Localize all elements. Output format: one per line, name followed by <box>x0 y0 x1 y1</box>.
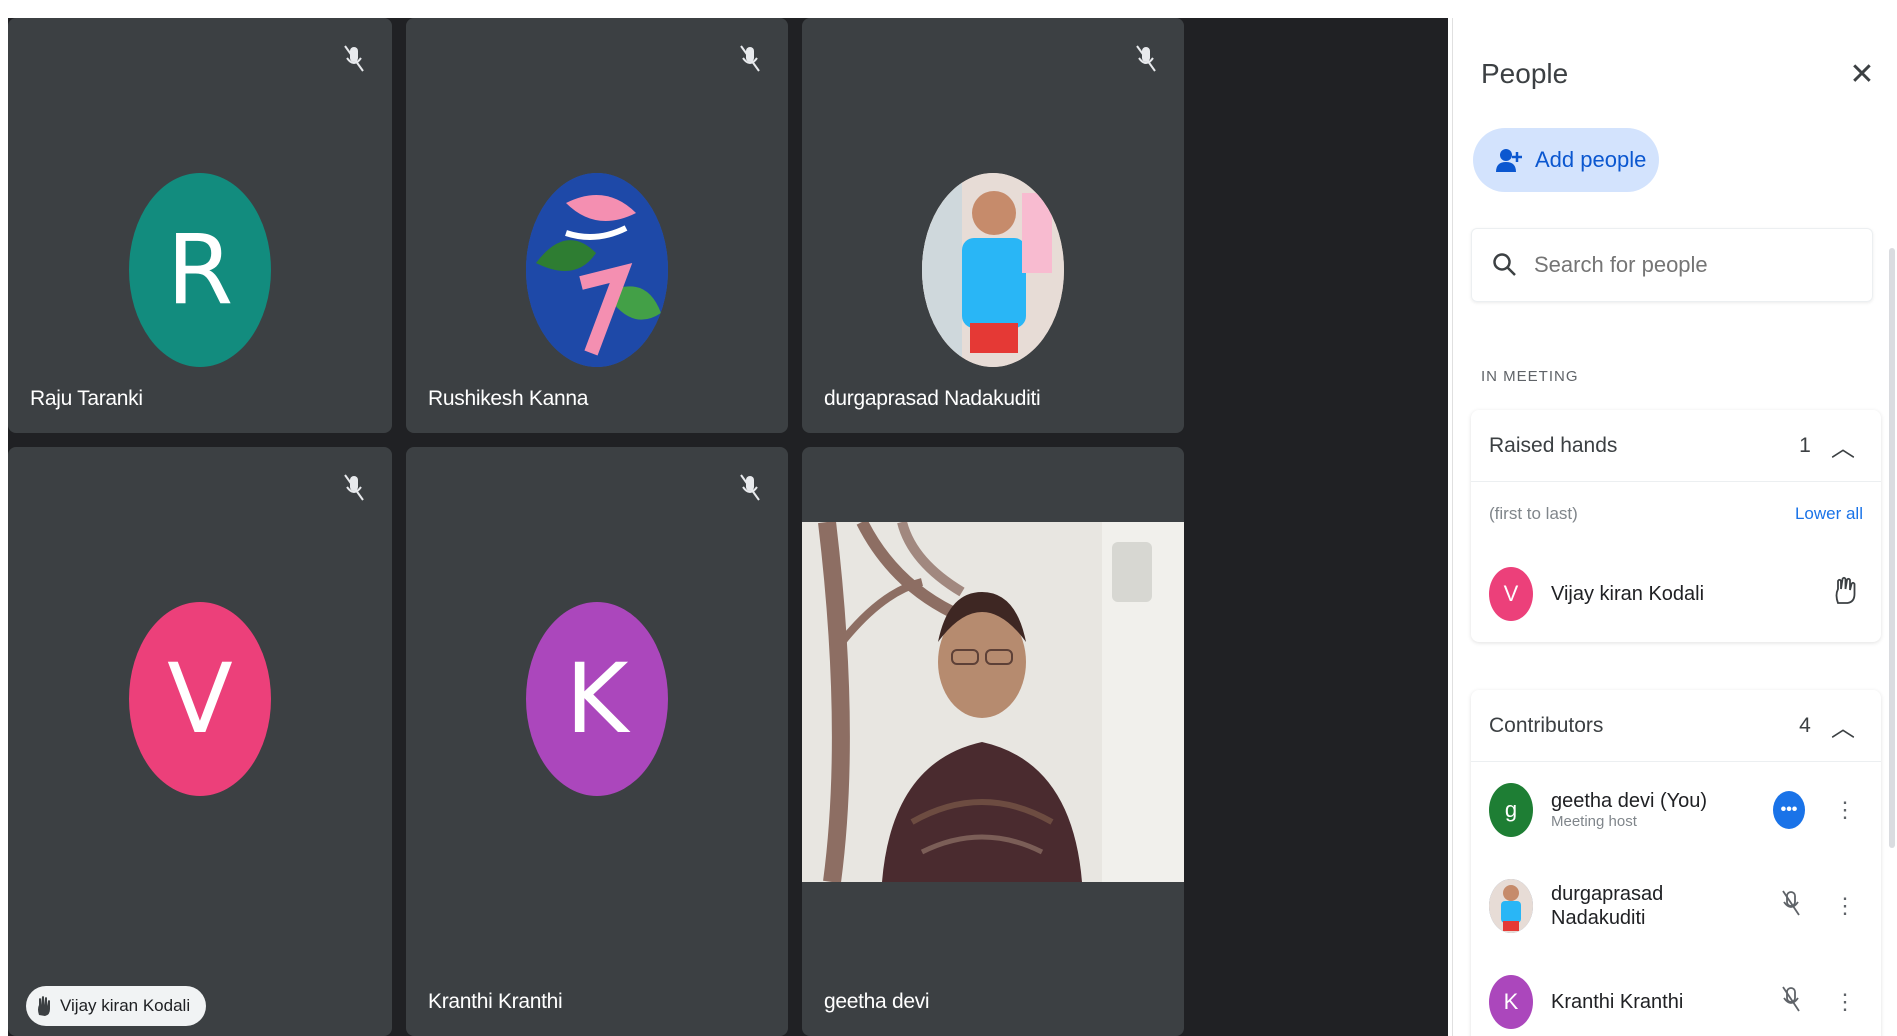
video-grid: R Raju Taranki Rushikesh Kanna durgapras… <box>8 18 1448 1036</box>
avatar <box>526 173 668 367</box>
close-icon: ✕ <box>1849 58 1875 91</box>
raised-hand-icon <box>1827 576 1863 612</box>
avatar: K <box>1489 975 1533 1029</box>
search-box[interactable] <box>1471 228 1873 302</box>
participant-tile-video[interactable]: geetha devi <box>802 447 1184 1036</box>
profile-picture <box>922 173 1064 367</box>
avatar: V <box>1489 567 1533 621</box>
lower-all-button[interactable]: Lower all <box>1795 504 1863 524</box>
more-options-button[interactable]: ••• <box>1773 791 1809 829</box>
person-name: Vijay kiran Kodali <box>1551 583 1705 605</box>
avatar: V <box>129 602 271 796</box>
participant-name: durgaprasad Nadakuditi <box>824 387 1041 410</box>
participant-tile[interactable]: V Vijay kiran Kodali <box>8 447 392 1036</box>
camera-image <box>802 522 1184 882</box>
contributors-group: Contributors 4 ︿ g geetha devi (You) Mee… <box>1471 690 1881 1036</box>
more-vert-icon[interactable]: ⋮ <box>1827 893 1863 919</box>
avatar <box>1489 879 1533 933</box>
camera-feed <box>802 522 1184 882</box>
order-label: (first to last) <box>1489 504 1578 523</box>
mic-off-icon[interactable] <box>1773 985 1809 1019</box>
chevron-up-icon[interactable]: ︿ <box>1825 708 1861 743</box>
mic-off-icon <box>1136 45 1156 72</box>
more-vert-icon[interactable]: ⋮ <box>1827 989 1863 1015</box>
raised-hands-header[interactable]: Raised hands 1 ︿ <box>1471 410 1881 482</box>
participant-tile[interactable]: K Kranthi Kranthi <box>406 447 788 1036</box>
participant-name: Rushikesh Kanna <box>428 387 589 410</box>
add-people-button[interactable]: Add people <box>1473 128 1659 192</box>
mic-off-icon <box>740 474 760 501</box>
list-item[interactable]: durgaprasad Nadakuditi ⋮ <box>1471 858 1881 954</box>
add-people-label: Add people <box>1535 147 1647 172</box>
person-name: durgaprasad Nadakuditi <box>1551 883 1664 929</box>
raised-hand-chip: Vijay kiran Kodali <box>26 986 207 1026</box>
person-role: Meeting host <box>1551 813 1637 830</box>
profile-picture <box>526 173 668 367</box>
participant-tile[interactable]: durgaprasad Nadakuditi <box>802 18 1184 433</box>
raised-hands-subhead: (first to last) Lower all <box>1471 482 1881 546</box>
section-label: IN MEETING <box>1481 368 1579 385</box>
raised-hands-group: Raised hands 1 ︿ (first to last) Lower a… <box>1471 410 1881 642</box>
mic-off-icon <box>344 45 364 72</box>
raised-hand-name: Vijay kiran Kodali <box>60 996 191 1015</box>
close-button[interactable]: ✕ <box>1845 58 1879 92</box>
panel-title: People <box>1481 58 1569 89</box>
participant-tile[interactable]: R Raju Taranki <box>8 18 392 433</box>
search-icon <box>1493 253 1516 276</box>
search-input[interactable] <box>1534 252 1834 278</box>
contributors-header[interactable]: Contributors 4 ︿ <box>1471 690 1881 762</box>
group-label: Raised hands <box>1489 433 1618 457</box>
more-vert-icon[interactable]: ⋮ <box>1827 797 1863 823</box>
participant-tile[interactable]: Rushikesh Kanna <box>406 18 788 433</box>
avatar <box>922 173 1064 367</box>
person-name: Kranthi Kranthi <box>1551 991 1684 1013</box>
mic-off-icon <box>740 45 760 72</box>
chevron-up-icon[interactable]: ︿ <box>1825 428 1861 463</box>
mic-off-icon[interactable] <box>1773 889 1809 923</box>
person-name: geetha devi (You) <box>1551 790 1708 812</box>
scrollbar[interactable] <box>1889 248 1895 848</box>
avatar: K <box>526 602 668 796</box>
list-item[interactable]: V Vijay kiran Kodali <box>1471 546 1881 642</box>
raised-hand-icon <box>38 996 50 1016</box>
mic-off-icon <box>344 474 364 501</box>
more-horiz-icon: ••• <box>1773 791 1805 829</box>
list-item[interactable]: K Kranthi Kranthi ⋮ <box>1471 954 1881 1036</box>
list-item[interactable]: g geetha devi (You) Meeting host ••• ⋮ <box>1471 762 1881 858</box>
avatar: g <box>1489 783 1533 837</box>
group-count: 4 <box>1799 713 1811 737</box>
people-panel: People ✕ Add people IN MEETING Raised ha… <box>1452 18 1897 1036</box>
group-count: 1 <box>1799 433 1811 457</box>
avatar: R <box>129 173 271 367</box>
participant-name: geetha devi <box>824 990 930 1013</box>
participant-name: Kranthi Kranthi <box>428 990 563 1013</box>
participant-name: Raju Taranki <box>30 387 143 410</box>
person-add-icon <box>1496 149 1522 172</box>
group-label: Contributors <box>1489 713 1604 737</box>
